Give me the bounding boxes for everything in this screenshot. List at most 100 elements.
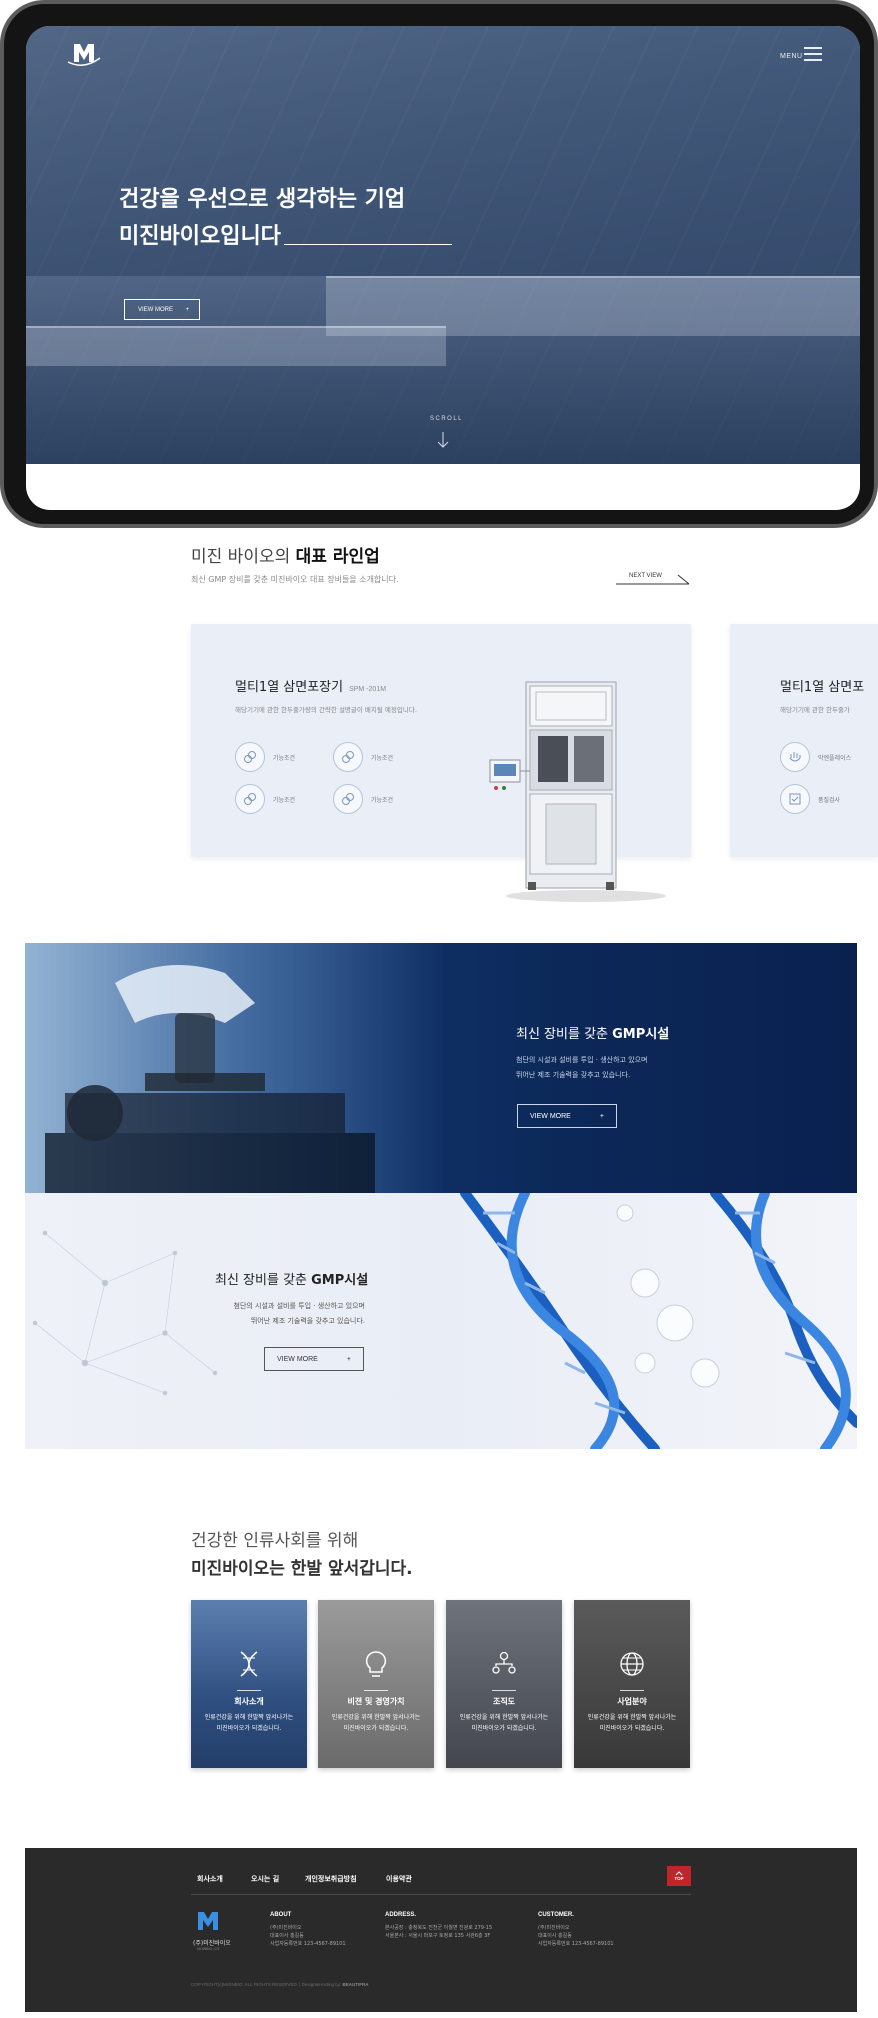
- scroll-label[interactable]: SCROLL: [430, 416, 463, 422]
- tile-divider: [364, 1690, 388, 1691]
- gmp-dna-desc-line1: 첨단의 시설과 설비를 투입 · 생산하고 있으며: [233, 1302, 366, 1310]
- mission-title-line1: 건강한 인류사회를 위해: [191, 1531, 359, 1551]
- gmp-banner-dna: 최신 장비를 갖춘 GMP시설 첨단의 시설과 설비를 투입 · 생산하고 있으…: [25, 1193, 857, 1449]
- tile-desc-line2: 미진바이오가 되겠습니다.: [471, 1725, 537, 1732]
- lineup-subtitle: 최신 GMP 장비를 갖춘 미진바이오 대표 장비들을 소개합니다.: [191, 575, 399, 584]
- lineup-title-prefix: 미진 바이오의: [191, 547, 296, 567]
- link-icon: [333, 742, 363, 772]
- gmp-blue-desc-line1: 첨단의 시설과 설비를 투입 · 생산하고 있으며: [516, 1056, 648, 1064]
- hero-view-more-button[interactable]: VIEW MORE +: [124, 299, 200, 320]
- lineup-title: 미진 바이오의 대표 라인업: [191, 542, 380, 567]
- gmp-blue-title-prefix: 최신 장비를 갖춘: [516, 1027, 613, 1042]
- footer-customer-line: 대표이사 홍길동: [538, 1933, 572, 1939]
- footer-link-privacy[interactable]: 개인정보취급방침: [305, 1874, 357, 1884]
- scroll-top-button[interactable]: TOP: [667, 1866, 691, 1886]
- gmp-blue-view-more-button[interactable]: VIEW MORE +: [517, 1104, 617, 1128]
- lineup-title-bold: 대표 라인업: [295, 547, 380, 567]
- link-icon: [333, 784, 363, 814]
- product-name: 멀티1열 삼면포장기: [235, 680, 344, 695]
- tile-description: 인류건강을 위해 한발짝 앞서나가는 미진바이오가 되겠습니다.: [191, 1712, 307, 1734]
- tile-desc-line1: 인류건강을 위해 한발짝 앞서나가는: [587, 1714, 677, 1721]
- mijinbio-footer-logo-icon: [198, 1912, 218, 1930]
- product-model: SPM -201M: [349, 686, 387, 693]
- product-card[interactable]: 멀티1열 삼면포 해당기기에 관한 한두줄가 막엔플레이스 품질검사: [730, 624, 878, 857]
- tile-description: 인류건강을 위해 한발짝 앞서나가는 미진바이오가 되겠습니다.: [446, 1712, 562, 1734]
- gmp-banner-blue: 최신 장비를 갖춘 GMP시설 첨단의 시설과 설비를 투입 · 생산하고 있으…: [25, 943, 857, 1193]
- gmp-dna-description: 첨단의 시설과 설비를 투입 · 생산하고 있으며 뛰어난 제조 기술력을 갖추…: [25, 1299, 366, 1329]
- gmp-dna-title: 최신 장비를 갖춘 GMP시설: [215, 1269, 368, 1288]
- hero-view-more-label: VIEW MORE: [138, 306, 174, 313]
- footer-link-terms[interactable]: 이용약관: [386, 1874, 412, 1884]
- tile-divider: [620, 1690, 644, 1691]
- tile-company-intro[interactable]: 회사소개 인류건강을 위해 한발짝 앞서나가는 미진바이오가 되겠습니다.: [191, 1600, 307, 1768]
- gmp-blue-description: 첨단의 시설과 설비를 투입 · 생산하고 있으며 뛰어난 제조 기술력을 갖추…: [516, 1053, 648, 1083]
- footer-company-name: (주)미진바이오: [193, 1940, 231, 1947]
- link-icon: [235, 742, 265, 772]
- footer: 회사소개 오시는 길 개인정보취급방침 이용약관 TOP (주)미진바이오 MI…: [25, 1848, 857, 2012]
- footer-address-line: 본사공장 : 충청북도 진천군 이월면 진광로 279-15: [385, 1925, 493, 1931]
- microscope-image: [25, 943, 445, 1193]
- gmp-dna-title-prefix: 최신 장비를 갖춘: [215, 1273, 312, 1288]
- tile-description: 인류건강을 위해 한발짝 앞서나가는 미진바이오가 되겠습니다.: [574, 1712, 690, 1734]
- feature-item: 기능조건: [333, 742, 393, 772]
- footer-link-directions[interactable]: 오시는 길: [251, 1874, 279, 1884]
- gmp-blue-button-label: VIEW MORE: [530, 1112, 571, 1120]
- footer-copyright: COPYRIGHT(c)MIJINBIO. ALL RIGHTS RESERVE…: [191, 1982, 368, 1987]
- footer-copyright-brand[interactable]: BEAUTIFRA: [342, 1982, 368, 1987]
- tile-organization[interactable]: 조직도 인류건강을 위해 한발짝 앞서나가는 미진바이오가 되겠습니다.: [446, 1600, 562, 1768]
- gmp-blue-desc-line2: 뛰어난 제조 기술력을 갖추고 있습니다.: [516, 1071, 631, 1079]
- hero-title-line2: 미진바이오입니다: [119, 224, 281, 249]
- feature-label: 막엔플레이스: [818, 754, 852, 762]
- scroll-top-label: TOP: [674, 1876, 684, 1881]
- dna-icon: [240, 1651, 258, 1677]
- tile-desc-line1: 인류건강을 위해 한발짝 앞서나가는: [459, 1714, 549, 1721]
- mission-title-line2: 미진바이오는 한발 앞서갑니다.: [191, 1559, 413, 1579]
- tile-divider: [492, 1690, 516, 1691]
- arrow-down-icon[interactable]: [436, 431, 450, 449]
- feature-item: 기능조건: [333, 784, 393, 814]
- gmp-dna-title-bold: GMP시설: [311, 1273, 369, 1288]
- feature-item: 품질검사: [780, 784, 840, 814]
- product-card[interactable]: 멀티1열 삼면포장기 SPM -201M 해당기기에 관한 한두줄가량의 간략한 …: [191, 624, 691, 902]
- tile-business-areas[interactable]: 사업분야 인류건강을 위해 한발짝 앞서나가는 미진바이오가 되겠습니다.: [574, 1600, 690, 1768]
- packaging-machine-image: [489, 681, 666, 902]
- footer-about-line: (주)미진바이오: [270, 1925, 302, 1931]
- feature-label: 기능조건: [371, 754, 394, 762]
- footer-address: ADDRESS. 본사공장 : 충청북도 진천군 이월면 진광로 279-15 …: [385, 1912, 492, 1940]
- hand-icon: [780, 742, 810, 772]
- footer-customer-title: CUSTOMER.: [538, 1912, 574, 1918]
- menu-label[interactable]: MENU: [780, 53, 803, 60]
- feature-label: 품질검사: [818, 796, 841, 804]
- next-view-button[interactable]: NEXT VIEW: [629, 573, 662, 579]
- footer-about: ABOUT (주)미진바이오 대표이사 홍길동 사업자등록번호 123-4567…: [270, 1912, 346, 1948]
- tile-desc-line2: 미진바이오가 되겠습니다.: [343, 1725, 409, 1732]
- device-screen: MENU 건강을 우선으로 생각하는 기업 미진바이오입니다 VIEW MORE…: [26, 26, 860, 510]
- plus-icon: +: [185, 306, 189, 313]
- footer-company-sub: MIJINBIO.,CO: [197, 1947, 220, 1951]
- footer-link-company[interactable]: 회사소개: [197, 1874, 223, 1884]
- footer-customer-line: (주)미진바이오: [538, 1925, 570, 1931]
- footer-divider: [191, 1894, 691, 1895]
- tile-description: 인류건강을 위해 한발짝 앞서나가는 미진바이오가 되겠습니다.: [318, 1712, 434, 1734]
- footer-address-line: 서울본사 : 서울시 마포구 토정로 135 서관6층 3F: [385, 1933, 491, 1939]
- footer-address-title: ADDRESS.: [385, 1912, 417, 1918]
- tile-title: 회사소개: [234, 1697, 264, 1706]
- tile-divider: [237, 1690, 261, 1691]
- gmp-dna-view-more-button[interactable]: VIEW MORE +: [264, 1347, 364, 1371]
- device-frame: MENU 건강을 우선으로 생각하는 기업 미진바이오입니다 VIEW MORE…: [0, 0, 878, 528]
- org-chart-icon: [492, 1651, 516, 1674]
- quality-check-icon: [780, 784, 810, 814]
- gmp-dna-desc-line2: 뛰어난 제조 기술력을 갖추고 있습니다.: [250, 1317, 365, 1325]
- tile-title: 사업분야: [617, 1697, 647, 1706]
- hero-section: MENU 건강을 우선으로 생각하는 기업 미진바이오입니다 VIEW MORE…: [26, 26, 860, 464]
- product-title: 멀티1열 삼면포장기 SPM -201M: [235, 676, 386, 695]
- tile-vision-values[interactable]: 비젼 및 경영가치 인류건강을 위해 한발짝 앞서나가는 미진바이오가 되겠습니…: [318, 1600, 434, 1768]
- product-description: 해당기기에 관한 한두줄가: [780, 706, 850, 714]
- hero-title-line1: 건강을 우선으로 생각하는 기업: [119, 187, 406, 212]
- footer-copyright-text: COPYRIGHT(c)MIJINBIO. ALL RIGHTS RESERVE…: [191, 1982, 342, 1987]
- tile-title: 조직도: [492, 1697, 516, 1706]
- footer-about-line: 대표이사 홍길동: [270, 1933, 304, 1939]
- mijinbio-logo-icon[interactable]: [66, 40, 102, 68]
- hamburger-menu-icon[interactable]: [804, 47, 822, 61]
- feature-label: 기능조건: [273, 796, 296, 804]
